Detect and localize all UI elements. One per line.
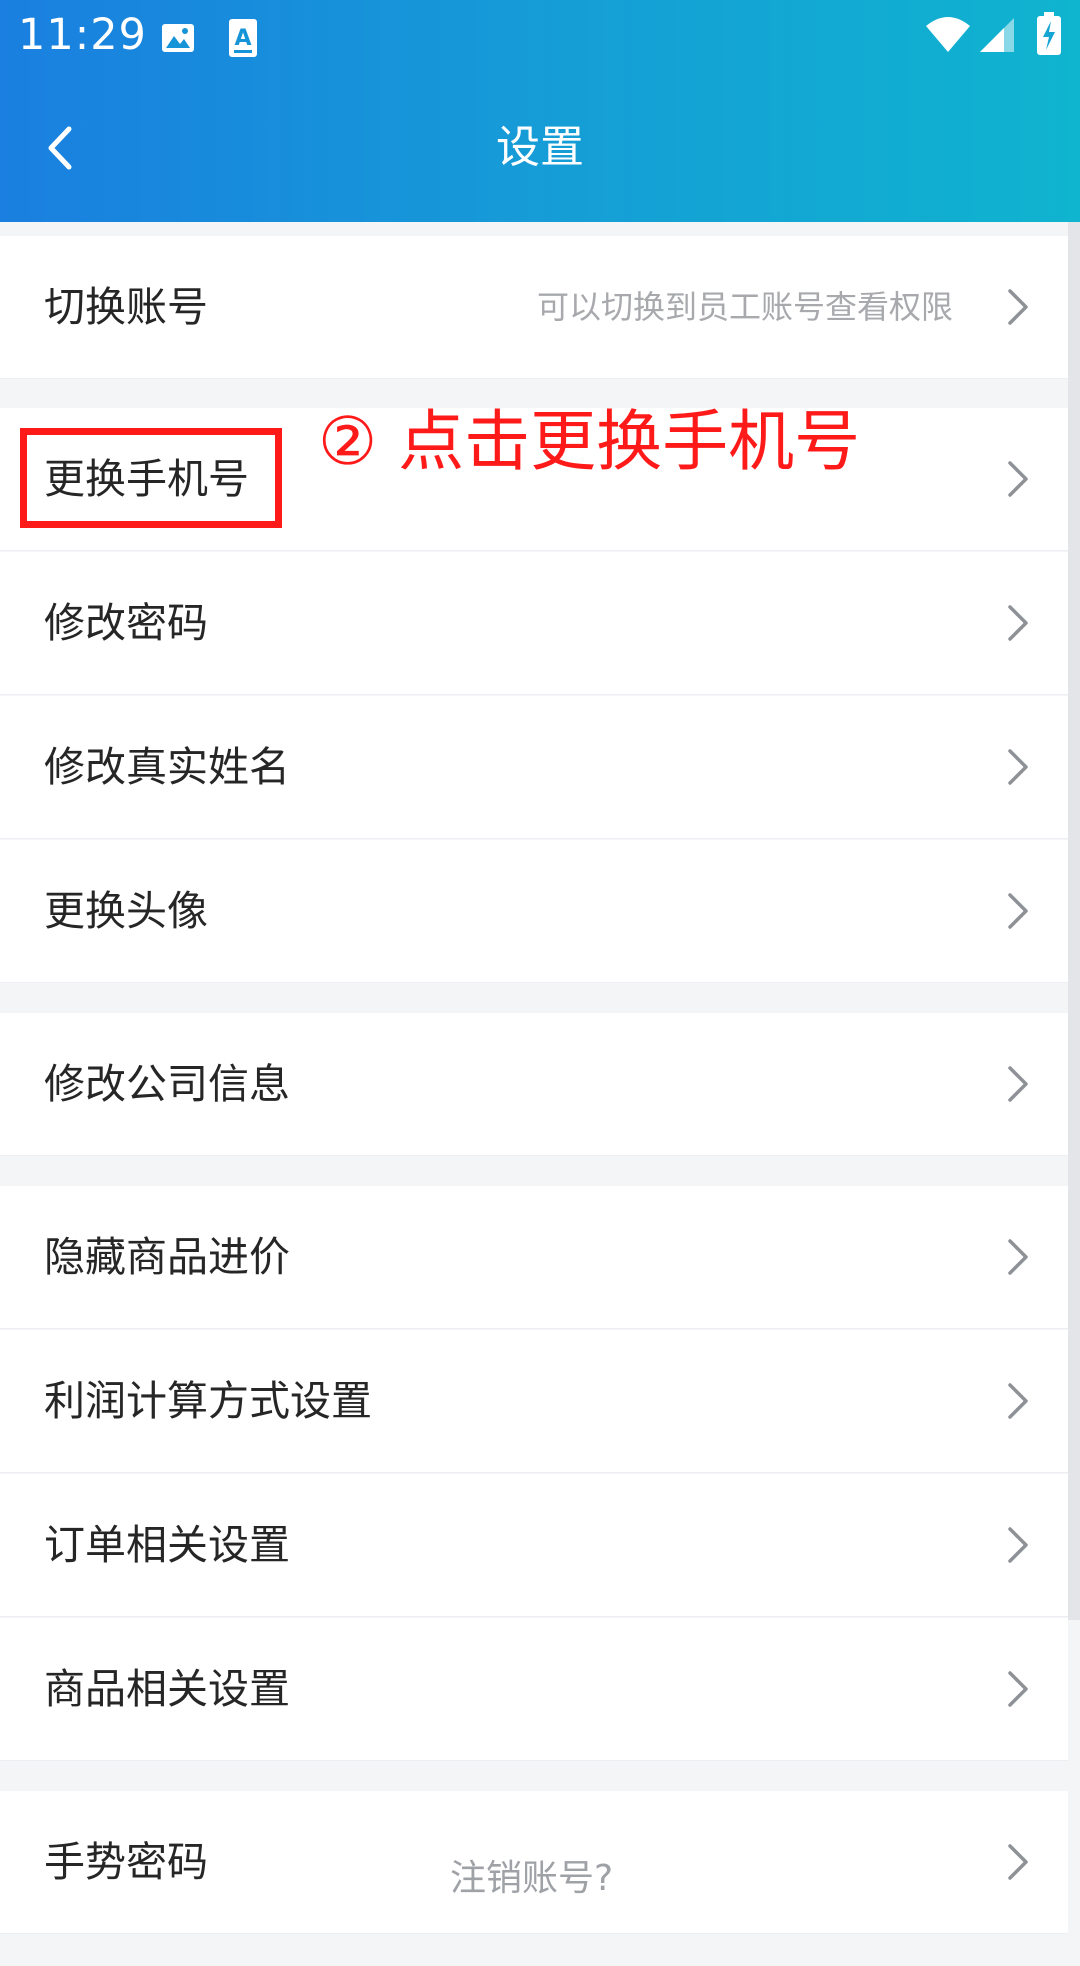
chevron-right-icon (1008, 1383, 1028, 1419)
settings-item-hide-cost-price[interactable]: 隐藏商品进价 (0, 1186, 1068, 1329)
page-title: 设置 (496, 122, 584, 173)
settings-item-order-settings[interactable]: 订单相关设置 (0, 1474, 1068, 1617)
signal-icon (980, 18, 1014, 52)
chevron-right-icon (1008, 749, 1028, 785)
settings-item-gesture-password[interactable]: 手势密码 注销账号? (0, 1791, 1068, 1934)
chevron-right-icon (1008, 893, 1028, 929)
settings-item-label: 订单相关设置 (44, 1521, 290, 1569)
settings-item-label: 修改真实姓名 (44, 743, 290, 791)
settings-item-label: 更换头像 (44, 887, 208, 935)
settings-item-label: 切换账号 (44, 283, 208, 331)
chevron-right-icon (1008, 1671, 1028, 1707)
scrollbar[interactable] (1068, 222, 1080, 1620)
settings-item-label: 修改密码 (44, 599, 208, 647)
image-icon (162, 24, 194, 52)
settings-item-label: 利润计算方式设置 (44, 1377, 372, 1425)
chevron-right-icon (1008, 605, 1028, 641)
annotation-highlight-box (20, 428, 282, 528)
settings-item-profit-calculation[interactable]: 利润计算方式设置 (0, 1330, 1068, 1473)
chevron-right-icon (1008, 1844, 1028, 1880)
a-icon: A (229, 19, 257, 57)
chevron-right-icon (1008, 1066, 1028, 1102)
settings-item-hint: 可以切换到员工账号查看权限 (536, 288, 953, 326)
chevron-right-icon (1008, 289, 1028, 325)
settings-item-change-password[interactable]: 修改密码 (0, 552, 1068, 695)
settings-item-change-real-name[interactable]: 修改真实姓名 (0, 696, 1068, 839)
annotation-text: ② 点击更换手机号 (318, 403, 861, 480)
chevron-right-icon (1008, 461, 1028, 497)
settings-item-switch-account[interactable]: 切换账号 可以切换到员工账号查看权限 (0, 236, 1068, 379)
settings-item-label: 隐藏商品进价 (44, 1233, 290, 1281)
chevron-right-icon (1008, 1527, 1028, 1563)
svg-text:A: A (234, 26, 251, 51)
deregister-account-link[interactable]: 注销账号? (450, 1791, 613, 1934)
settings-item-change-avatar[interactable]: 更换头像 (0, 840, 1068, 983)
app-header: 11:29 A 设置 (0, 0, 1080, 222)
settings-item-company-info[interactable]: 修改公司信息 (0, 1013, 1068, 1156)
status-time: 11:29 (18, 10, 147, 60)
chevron-right-icon (1008, 1239, 1028, 1275)
settings-item-label: 商品相关设置 (44, 1665, 290, 1713)
battery-charging-icon (1037, 12, 1061, 55)
settings-item-label: 手势密码 (44, 1838, 208, 1886)
settings-item-product-settings[interactable]: 商品相关设置 (0, 1618, 1068, 1761)
settings-item-label: 修改公司信息 (44, 1060, 290, 1108)
wifi-icon (926, 17, 970, 52)
